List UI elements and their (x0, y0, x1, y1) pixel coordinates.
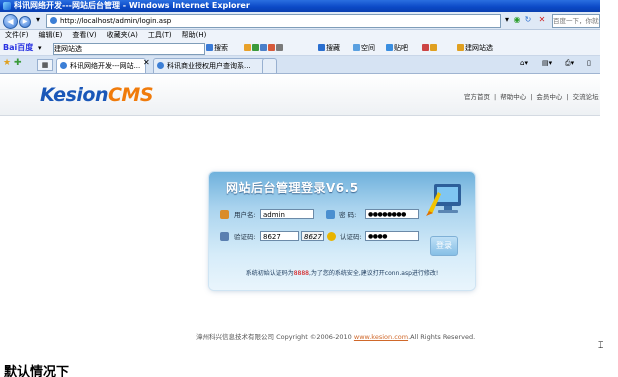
page-content: KesionCMS 官方首页 | 帮助中心 | 会员中心 | 交流论坛 网站后台管理登录V6… (0, 74, 600, 350)
link-official-home[interactable]: 官方首页 (464, 93, 490, 101)
pencil-icon (244, 44, 251, 51)
address-row: ◀ ▶ ▾ http://localhost/admin/login.asp ▾… (0, 12, 600, 30)
link-forum[interactable]: 交流论坛 (573, 93, 599, 101)
baidu-search-input[interactable]: 建网站选 (53, 43, 205, 55)
feeds-icon[interactable]: ▤▾ (542, 59, 552, 67)
tab-page-icon (60, 62, 67, 69)
tab-admin[interactable]: 科讯网络开发---网站... (56, 58, 146, 73)
baidu-options-icon[interactable]: ▾ (38, 41, 42, 55)
verify-input[interactable]: 8627 (260, 231, 299, 241)
history-dropdown-icon[interactable]: ▾ (33, 15, 43, 25)
address-dropdown-icon[interactable]: ▾ (502, 15, 512, 25)
username-label: 用户名: (234, 211, 256, 219)
footer-link[interactable]: www.kesion.com (354, 333, 408, 341)
monitor-icon (426, 184, 461, 216)
quick-tabs-icon[interactable]: ▦ (37, 59, 53, 71)
menu-bar: 文件(F) 编辑(E) 查看(V) 收藏夹(A) 工具(T) 帮助(H) (0, 30, 600, 41)
stop-icon[interactable]: ✕ (537, 15, 547, 25)
star-icon (430, 44, 437, 51)
site-icon (457, 44, 464, 51)
top-links: 官方首页 | 帮助中心 | 会员中心 | 交流论坛 (464, 93, 599, 101)
menu-edit[interactable]: 编辑(E) (39, 30, 63, 41)
toolbar-icons[interactable] (244, 41, 284, 55)
tab-page-icon (157, 62, 164, 69)
add-favorite-icon[interactable]: ✚ (14, 58, 22, 68)
more-icon (276, 44, 283, 51)
home-icon[interactable]: ⌂▾ (520, 59, 528, 67)
ie-icon (3, 2, 11, 10)
menu-help[interactable]: 帮助(H) (182, 30, 207, 41)
window-title: 科讯网络开发---网站后台管理 - Windows Internet Explo… (14, 1, 250, 10)
tab-close-icon[interactable]: ✕ (143, 58, 150, 67)
login-panel: 网站后台管理登录V6.5 用户名: admin 密 码: ●●●●●●●● 验证… (209, 172, 475, 290)
site-header: KesionCMS 官方首页 | 帮助中心 | 会员中心 | 交流论坛 (0, 74, 600, 116)
menu-view[interactable]: 查看(V) (72, 30, 96, 41)
caption-text: 默认情况下 (4, 365, 70, 377)
gear-icon (327, 232, 336, 241)
extra-icon (422, 44, 429, 51)
tab-row: ★ ✚ ▦ 科讯网络开发---网站... ✕ 科讯商业授权用户查询系... ⌂▾… (0, 56, 600, 74)
baidu-logo[interactable]: Bai百度 (3, 41, 33, 55)
print-icon[interactable]: ⎙▾ (565, 59, 574, 68)
tieba-button[interactable]: 贴吧 (386, 41, 408, 55)
bookmark-icon (318, 44, 325, 51)
user-icon (220, 210, 229, 219)
link-member-center[interactable]: 会员中心 (536, 93, 562, 101)
security-notice: 系统初始认证码为8888,为了您的系统安全,建议打开conn.asp进行修改! (245, 270, 439, 277)
text-cursor-icon: ⌶ (598, 341, 604, 351)
password-input[interactable]: ●●●●●●●● (365, 209, 419, 219)
news-icon (268, 44, 275, 51)
password-icon (326, 210, 335, 219)
link-help-center[interactable]: 帮助中心 (500, 93, 526, 101)
verify-label: 验证码: (234, 233, 256, 241)
address-field[interactable]: http://localhost/admin/login.asp (46, 14, 501, 28)
page-icon (50, 17, 57, 24)
compat-icon[interactable]: ◉ (512, 15, 522, 25)
extra-tools[interactable] (422, 41, 438, 55)
space-icon (353, 44, 360, 51)
menu-tools[interactable]: 工具(T) (148, 30, 172, 41)
bookmark-button[interactable]: 搜藏 (318, 41, 340, 55)
tieba-icon (386, 44, 393, 51)
verify-code-image[interactable]: 8627 (301, 231, 324, 241)
menu-favorites[interactable]: 收藏夹(A) (107, 30, 138, 41)
username-input[interactable]: admin (260, 209, 314, 219)
tool-icon (252, 44, 259, 51)
new-tab[interactable] (262, 58, 277, 73)
address-url: http://localhost/admin/login.asp (60, 17, 172, 25)
window-title-bar: 科讯网络开发---网站后台管理 - Windows Internet Explo… (0, 0, 600, 12)
auth-label: 认证码: (340, 233, 362, 241)
baidu-search-button[interactable]: 搜索 (206, 41, 228, 55)
password-label: 密 码: (339, 211, 357, 219)
favorites-star-icon[interactable]: ★ (3, 58, 11, 68)
search-input[interactable]: 百度一下，你就知道 (552, 14, 600, 28)
menu-file[interactable]: 文件(F) (5, 30, 29, 41)
refresh-icon[interactable]: ↻ (523, 15, 533, 25)
verify-icon (220, 232, 229, 241)
forward-icon[interactable]: ▶ (19, 16, 31, 28)
baidu-toolbar: Bai百度 ▾ 建网站选 搜索 搜藏 空间 贴吧 建网站选 (0, 41, 600, 56)
site-builder-button[interactable]: 建网站选 (457, 41, 493, 55)
site-footer: 漳州科兴信息技术有限公司 Copyright ©2006-2010 www.ke… (196, 333, 476, 341)
kesioncms-logo: KesionCMS (40, 84, 154, 106)
image-icon (260, 44, 267, 51)
page-menu-icon[interactable]: ▯ (587, 59, 591, 67)
search-icon (206, 44, 213, 51)
auth-input[interactable]: ●●●● (365, 231, 419, 241)
space-button[interactable]: 空间 (353, 41, 375, 55)
back-icon[interactable]: ◀ (3, 14, 18, 29)
login-title: 网站后台管理登录V6.5 (226, 181, 359, 195)
tab-license-query[interactable]: 科讯商业授权用户查询系... (153, 58, 266, 73)
login-button[interactable]: 登录 (430, 236, 458, 256)
